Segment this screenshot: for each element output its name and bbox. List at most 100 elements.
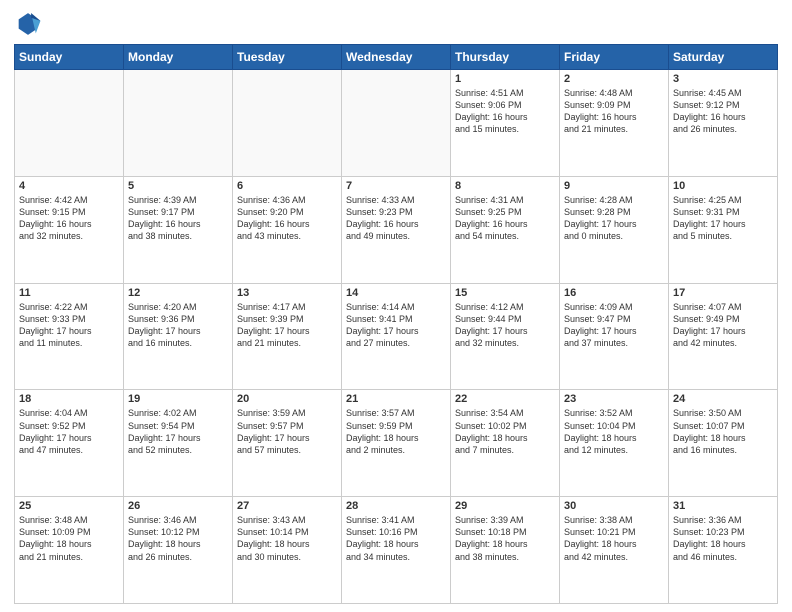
day-number: 16 xyxy=(564,287,664,299)
day-number: 6 xyxy=(237,180,337,192)
day-number: 20 xyxy=(237,393,337,405)
day-info: Sunrise: 4:45 AM Sunset: 9:12 PM Dayligh… xyxy=(673,87,773,136)
calendar-cell: 31 Sunrise: 3:36 AM Sunset: 10:23 PM Dayl… xyxy=(669,497,778,604)
day-number: 23 xyxy=(564,393,664,405)
day-number: 11 xyxy=(19,287,119,299)
day-number: 7 xyxy=(346,180,446,192)
page: SundayMondayTuesdayWednesdayThursdayFrid… xyxy=(0,0,792,612)
calendar-cell: 19 Sunrise: 4:02 AM Sunset: 9:54 PM Dayli… xyxy=(124,390,233,497)
day-number: 22 xyxy=(455,393,555,405)
logo-icon xyxy=(14,10,42,38)
day-info: Sunrise: 3:59 AM Sunset: 9:57 PM Dayligh… xyxy=(237,407,337,456)
calendar-cell: 16 Sunrise: 4:09 AM Sunset: 9:47 PM Dayli… xyxy=(560,283,669,390)
calendar-cell: 22 Sunrise: 3:54 AM Sunset: 10:02 PM Dayl… xyxy=(451,390,560,497)
calendar-cell: 28 Sunrise: 3:41 AM Sunset: 10:16 PM Dayl… xyxy=(342,497,451,604)
day-number: 29 xyxy=(455,500,555,512)
calendar-cell: 30Sunrise: 3:38 AM Sunset: 10:21 PM Dayl… xyxy=(560,497,669,604)
day-info: Sunrise: 3:36 AM Sunset: 10:23 PM Daylig… xyxy=(673,514,773,563)
day-info: Sunrise: 4:02 AM Sunset: 9:54 PM Dayligh… xyxy=(128,407,228,456)
weekday-header-row: SundayMondayTuesdayWednesdayThursdayFrid… xyxy=(15,45,778,70)
day-number: 15 xyxy=(455,287,555,299)
day-number: 28 xyxy=(346,500,446,512)
day-number: 19 xyxy=(128,393,228,405)
calendar-cell xyxy=(15,70,124,177)
weekday-header-friday: Friday xyxy=(560,45,669,70)
day-info: Sunrise: 3:54 AM Sunset: 10:02 PM Daylig… xyxy=(455,407,555,456)
calendar-cell: 29 Sunrise: 3:39 AM Sunset: 10:18 PM Dayl… xyxy=(451,497,560,604)
day-info: Sunrise: 4:51 AM Sunset: 9:06 PM Dayligh… xyxy=(455,87,555,136)
calendar-cell: 3 Sunrise: 4:45 AM Sunset: 9:12 PM Daylig… xyxy=(669,70,778,177)
day-info: Sunrise: 3:43 AM Sunset: 10:14 PM Daylig… xyxy=(237,514,337,563)
day-number: 4 xyxy=(19,180,119,192)
calendar-table: SundayMondayTuesdayWednesdayThursdayFrid… xyxy=(14,44,778,604)
calendar-week-5: 25 Sunrise: 3:48 AM Sunset: 10:09 PM Dayl… xyxy=(15,497,778,604)
day-number: 21 xyxy=(346,393,446,405)
day-info: Sunrise: 4:25 AM Sunset: 9:31 PM Dayligh… xyxy=(673,194,773,243)
day-info: Sunrise: 4:39 AM Sunset: 9:17 PM Dayligh… xyxy=(128,194,228,243)
day-number: 30 xyxy=(564,500,664,512)
day-number: 18 xyxy=(19,393,119,405)
calendar-cell: 13 Sunrise: 4:17 AM Sunset: 9:39 PM Dayli… xyxy=(233,283,342,390)
calendar-cell: 2Sunrise: 4:48 AM Sunset: 9:09 PM Daylig… xyxy=(560,70,669,177)
calendar-cell: 25 Sunrise: 3:48 AM Sunset: 10:09 PM Dayl… xyxy=(15,497,124,604)
day-info: Sunrise: 4:17 AM Sunset: 9:39 PM Dayligh… xyxy=(237,301,337,350)
day-number: 13 xyxy=(237,287,337,299)
day-info: Sunrise: 3:48 AM Sunset: 10:09 PM Daylig… xyxy=(19,514,119,563)
calendar-cell: 11Sunrise: 4:22 AM Sunset: 9:33 PM Dayli… xyxy=(15,283,124,390)
day-info: Sunrise: 4:28 AM Sunset: 9:28 PM Dayligh… xyxy=(564,194,664,243)
calendar-cell: 15 Sunrise: 4:12 AM Sunset: 9:44 PM Dayli… xyxy=(451,283,560,390)
day-info: Sunrise: 3:52 AM Sunset: 10:04 PM Daylig… xyxy=(564,407,664,456)
day-info: Sunrise: 4:36 AM Sunset: 9:20 PM Dayligh… xyxy=(237,194,337,243)
day-number: 31 xyxy=(673,500,773,512)
calendar-cell: 7 Sunrise: 4:33 AM Sunset: 9:23 PM Daylig… xyxy=(342,176,451,283)
day-info: Sunrise: 3:39 AM Sunset: 10:18 PM Daylig… xyxy=(455,514,555,563)
weekday-header-monday: Monday xyxy=(124,45,233,70)
day-number: 9 xyxy=(564,180,664,192)
day-info: Sunrise: 4:48 AM Sunset: 9:09 PM Dayligh… xyxy=(564,87,664,136)
day-info: Sunrise: 3:46 AM Sunset: 10:12 PM Daylig… xyxy=(128,514,228,563)
calendar-cell: 20 Sunrise: 3:59 AM Sunset: 9:57 PM Dayli… xyxy=(233,390,342,497)
calendar-week-4: 18 Sunrise: 4:04 AM Sunset: 9:52 PM Dayli… xyxy=(15,390,778,497)
calendar-cell: 27Sunrise: 3:43 AM Sunset: 10:14 PM Dayl… xyxy=(233,497,342,604)
day-info: Sunrise: 3:57 AM Sunset: 9:59 PM Dayligh… xyxy=(346,407,446,456)
calendar-cell: 10Sunrise: 4:25 AM Sunset: 9:31 PM Dayli… xyxy=(669,176,778,283)
calendar-cell: 4 Sunrise: 4:42 AM Sunset: 9:15 PM Daylig… xyxy=(15,176,124,283)
weekday-header-sunday: Sunday xyxy=(15,45,124,70)
day-number: 14 xyxy=(346,287,446,299)
day-number: 24 xyxy=(673,393,773,405)
calendar-week-2: 4 Sunrise: 4:42 AM Sunset: 9:15 PM Daylig… xyxy=(15,176,778,283)
calendar-cell: 17 Sunrise: 4:07 AM Sunset: 9:49 PM Dayli… xyxy=(669,283,778,390)
day-info: Sunrise: 4:04 AM Sunset: 9:52 PM Dayligh… xyxy=(19,407,119,456)
calendar-cell xyxy=(342,70,451,177)
calendar-cell: 26Sunrise: 3:46 AM Sunset: 10:12 PM Dayl… xyxy=(124,497,233,604)
day-info: Sunrise: 4:12 AM Sunset: 9:44 PM Dayligh… xyxy=(455,301,555,350)
day-info: Sunrise: 4:33 AM Sunset: 9:23 PM Dayligh… xyxy=(346,194,446,243)
day-info: Sunrise: 4:20 AM Sunset: 9:36 PM Dayligh… xyxy=(128,301,228,350)
day-info: Sunrise: 4:42 AM Sunset: 9:15 PM Dayligh… xyxy=(19,194,119,243)
weekday-header-tuesday: Tuesday xyxy=(233,45,342,70)
day-number: 8 xyxy=(455,180,555,192)
calendar-cell: 1Sunrise: 4:51 AM Sunset: 9:06 PM Daylig… xyxy=(451,70,560,177)
day-info: Sunrise: 4:31 AM Sunset: 9:25 PM Dayligh… xyxy=(455,194,555,243)
day-info: Sunrise: 4:09 AM Sunset: 9:47 PM Dayligh… xyxy=(564,301,664,350)
day-number: 3 xyxy=(673,73,773,85)
calendar-cell: 18 Sunrise: 4:04 AM Sunset: 9:52 PM Dayli… xyxy=(15,390,124,497)
weekday-header-thursday: Thursday xyxy=(451,45,560,70)
calendar-cell: 14 Sunrise: 4:14 AM Sunset: 9:41 PM Dayli… xyxy=(342,283,451,390)
day-info: Sunrise: 3:50 AM Sunset: 10:07 PM Daylig… xyxy=(673,407,773,456)
calendar-cell xyxy=(233,70,342,177)
header xyxy=(14,10,778,38)
calendar-cell: 21 Sunrise: 3:57 AM Sunset: 9:59 PM Dayli… xyxy=(342,390,451,497)
day-number: 5 xyxy=(128,180,228,192)
day-number: 25 xyxy=(19,500,119,512)
calendar-cell: 8 Sunrise: 4:31 AM Sunset: 9:25 PM Daylig… xyxy=(451,176,560,283)
day-info: Sunrise: 4:07 AM Sunset: 9:49 PM Dayligh… xyxy=(673,301,773,350)
calendar-cell: 23 Sunrise: 3:52 AM Sunset: 10:04 PM Dayl… xyxy=(560,390,669,497)
day-info: Sunrise: 3:41 AM Sunset: 10:16 PM Daylig… xyxy=(346,514,446,563)
logo xyxy=(14,10,46,38)
calendar-cell: 9 Sunrise: 4:28 AM Sunset: 9:28 PM Daylig… xyxy=(560,176,669,283)
day-info: Sunrise: 4:14 AM Sunset: 9:41 PM Dayligh… xyxy=(346,301,446,350)
calendar-cell: 24 Sunrise: 3:50 AM Sunset: 10:07 PM Dayl… xyxy=(669,390,778,497)
day-number: 17 xyxy=(673,287,773,299)
calendar-week-1: 1Sunrise: 4:51 AM Sunset: 9:06 PM Daylig… xyxy=(15,70,778,177)
